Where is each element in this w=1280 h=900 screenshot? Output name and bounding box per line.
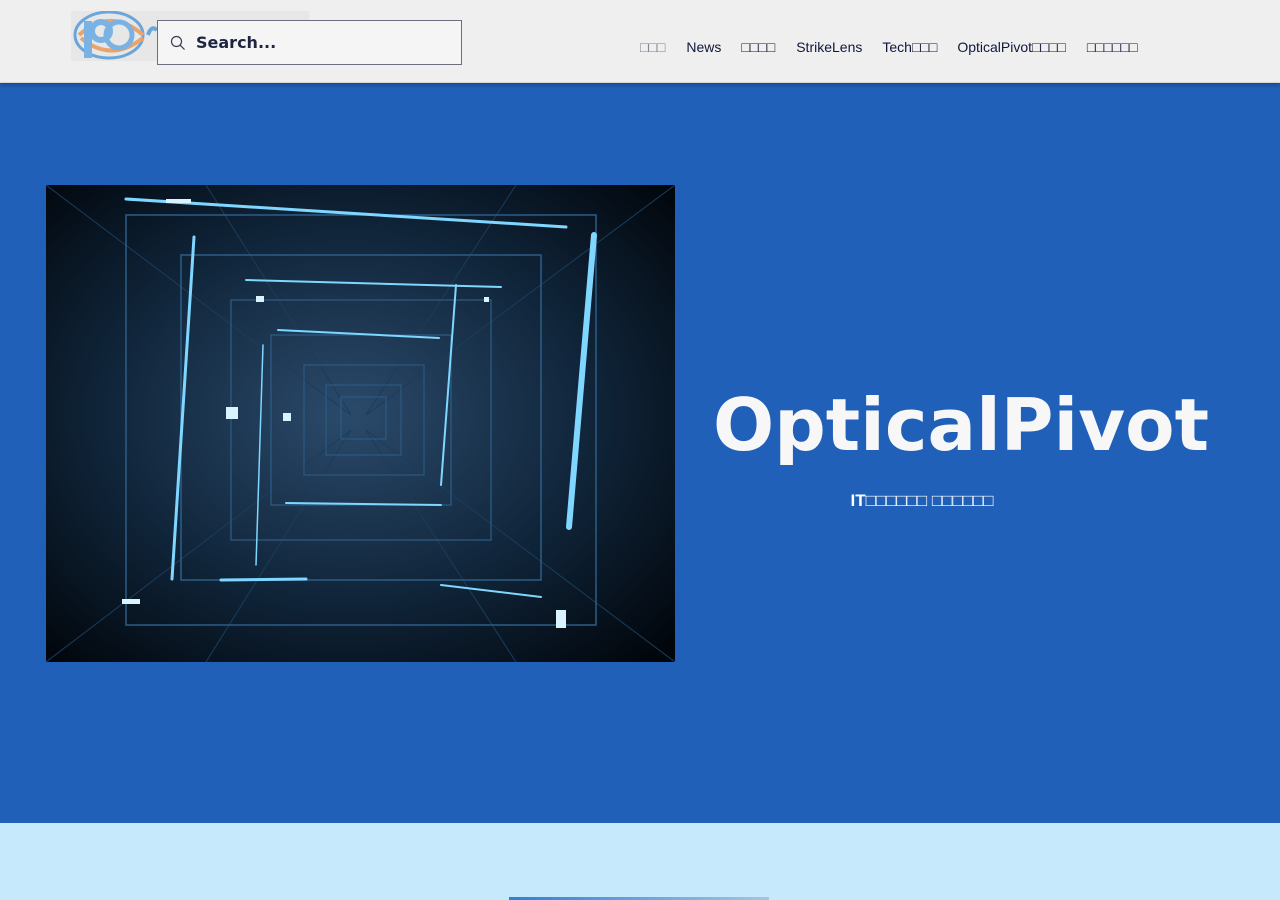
digital-tunnel-illustration	[46, 185, 675, 662]
nav-item-section-3[interactable]: □□□□	[741, 37, 775, 57]
nav-item-news[interactable]: News	[686, 37, 721, 57]
digital-tunnel-image	[46, 185, 675, 662]
hero-section: OpticalPivot IT□□□□□□ □□□□□□	[0, 83, 1280, 823]
search-input[interactable]	[196, 33, 446, 52]
site-header: □□□ News □□□□ StrikeLens Tech□□□ Optical…	[0, 0, 1280, 83]
nav-item-section-7[interactable]: □□□□□□	[1087, 37, 1138, 57]
hero-subtitle: IT□□□□□□ □□□□□□	[850, 491, 994, 510]
hero-title: OpticalPivot	[713, 383, 1210, 467]
nav-item-tech[interactable]: Tech□□□	[882, 37, 937, 57]
nav-item-opticalpivot[interactable]: OpticalPivot□□□□	[957, 37, 1066, 57]
search-icon	[170, 35, 186, 51]
site-search[interactable]	[157, 20, 462, 65]
main-navigation: □□□ News □□□□ StrikeLens Tech□□□ Optical…	[640, 37, 1138, 57]
nav-item-home[interactable]: □□□	[640, 37, 665, 57]
nav-item-strikelens[interactable]: StrikeLens	[796, 37, 862, 57]
